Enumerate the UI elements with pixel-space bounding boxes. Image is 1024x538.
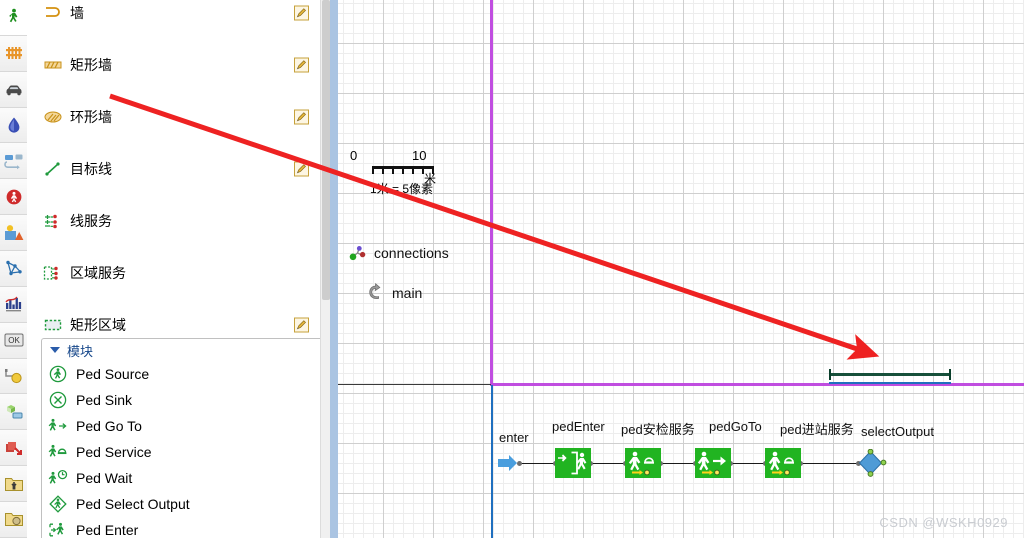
edit-pencil-icon[interactable]: [294, 57, 309, 73]
flow-link-security-goto[interactable]: [660, 463, 694, 464]
flow-label-ped-station: ped进站服务: [780, 422, 854, 437]
canvas-vertical-scrollbar[interactable]: [330, 0, 338, 538]
modules-group-header[interactable]: 模块: [42, 339, 322, 361]
pedestrian-library-icon[interactable]: [0, 0, 27, 36]
canvas-content-layer: 0 10 米 1米 = 5像素 connections main enter p…: [338, 0, 1024, 538]
palette-item-label: 环形墙: [70, 109, 112, 125]
flow-link-enter-pedenter[interactable]: [519, 463, 555, 464]
target-line-icon: [42, 159, 64, 179]
flow-block-ped-station-service[interactable]: [765, 448, 801, 478]
svg-text:OK: OK: [8, 336, 20, 345]
pedestrian-library-palette: 墙 矩形墙 环形墙 目标线 线服务 区域服务 矩形区域 模块 Ped Sourc…: [27, 0, 330, 538]
circular-wall-icon: [42, 107, 64, 127]
modules-group-label: 模块: [67, 343, 94, 359]
palette-modules-group: 模块 Ped Source Ped Sink Ped Go To Ped Ser…: [41, 338, 323, 538]
app-window: OK 墙 矩形墙 环形墙 目标线 线服务 区域服务 矩形区域 模块 Ped So…: [0, 0, 1024, 538]
flow-link-station-select[interactable]: [800, 463, 858, 464]
flow-label-ped-goto: pedGoTo: [709, 419, 762, 434]
palette-item-label: 目标线: [70, 161, 112, 177]
palette-item-label: 线服务: [70, 213, 112, 229]
ped-go-to-icon: [47, 416, 69, 436]
ped-select-output-icon: [47, 494, 69, 514]
module-item-ped-wait[interactable]: Ped Wait: [42, 465, 322, 491]
module-item-label: Ped Service: [76, 444, 152, 460]
flow-link-pedenter-security[interactable]: [590, 463, 624, 464]
palette-scrollbar[interactable]: [320, 0, 330, 538]
module-item-ped-enter[interactable]: Ped Enter: [42, 517, 322, 538]
flow-label-ped-enter: pedEnter: [552, 419, 605, 434]
watermark-text: CSDN @WSKH0929: [879, 515, 1008, 530]
edit-pencil-icon[interactable]: [294, 109, 309, 125]
palette-item-label: 矩形墙: [70, 57, 112, 73]
palette-item-rect-wall[interactable]: 矩形墙: [27, 52, 330, 78]
space-markup-icon[interactable]: [0, 251, 27, 287]
module-item-ped-service[interactable]: Ped Service: [42, 439, 322, 465]
module-item-ped-source[interactable]: Ped Source: [42, 361, 322, 387]
project-folder-icon[interactable]: [0, 502, 27, 538]
rect-area-icon: [42, 315, 64, 335]
presentation-icon[interactable]: [0, 215, 27, 252]
palette-item-label: 矩形区域: [70, 317, 126, 333]
edit-pencil-icon[interactable]: [294, 317, 309, 333]
module-item-ped-select-output[interactable]: Ped Select Output: [42, 491, 322, 517]
flow-block-ped-enter[interactable]: [555, 448, 591, 478]
actions-icon[interactable]: [0, 430, 27, 467]
agent-icon[interactable]: [0, 179, 27, 216]
fluid-library-icon[interactable]: [0, 107, 27, 144]
flow-block-ped-goto[interactable]: [695, 448, 731, 478]
analysis-icon[interactable]: [0, 286, 27, 323]
palette-item-area-service[interactable]: 区域服务: [27, 260, 330, 286]
library-icon-rail: OK: [0, 0, 28, 538]
palette-item-rect-area[interactable]: 矩形区域: [27, 312, 330, 338]
wall-icon: [42, 3, 64, 23]
palette-item-target-line[interactable]: 目标线: [27, 156, 330, 182]
edit-pencil-icon[interactable]: [294, 161, 309, 177]
pedestrian-flowchart: enter pedEnter ped安检服务 pedGoTo ped进站服务 s…: [338, 0, 1024, 538]
line-service-icon: [42, 211, 64, 231]
module-item-label: Ped Enter: [76, 522, 139, 538]
flow-block-ped-security-service[interactable]: [625, 448, 661, 478]
palette-item-label: 墙: [70, 5, 84, 21]
road-traffic-library-icon[interactable]: [0, 71, 27, 108]
flow-link-goto-station[interactable]: [730, 463, 764, 464]
process-modeling-library-icon[interactable]: [0, 143, 27, 180]
controls-icon[interactable]: OK: [0, 322, 27, 359]
graphical-editor-canvas[interactable]: 0 10 米 1米 = 5像素 connections main enter p…: [330, 0, 1024, 538]
ped-enter-icon: [47, 520, 69, 538]
flow-label-ped-security: ped安检服务: [621, 422, 695, 437]
connectivity-icon[interactable]: [0, 358, 27, 395]
module-item-ped-go-to[interactable]: Ped Go To: [42, 413, 322, 439]
module-item-label: Ped Select Output: [76, 496, 190, 512]
module-item-label: Ped Source: [76, 366, 150, 382]
module-item-label: Ped Go To: [76, 418, 142, 434]
palette-item-circular-wall[interactable]: 环形墙: [27, 104, 330, 130]
flow-label-select-output: selectOutput: [861, 424, 934, 439]
ped-wait-icon: [47, 468, 69, 488]
port-enter-out[interactable]: [517, 461, 522, 466]
material-handling-icon[interactable]: [0, 394, 27, 431]
palette-scrollbar-thumb[interactable]: [322, 0, 330, 300]
palette-item-line-service[interactable]: 线服务: [27, 208, 330, 234]
rail-library-icon[interactable]: [0, 35, 27, 72]
rect-wall-icon: [42, 55, 64, 75]
flow-block-select-output[interactable]: [857, 449, 889, 477]
ped-service-icon: [47, 442, 69, 462]
chevron-down-icon[interactable]: [50, 347, 60, 353]
edit-pencil-icon[interactable]: [294, 5, 309, 21]
flow-label-enter: enter: [499, 430, 529, 445]
module-item-ped-sink[interactable]: Ped Sink: [42, 387, 322, 413]
palette-item-label: 区域服务: [70, 265, 126, 281]
ped-sink-icon: [47, 390, 69, 410]
ped-source-icon: [47, 364, 69, 384]
area-service-icon: [42, 263, 64, 283]
module-item-label: Ped Wait: [76, 470, 133, 486]
palette-space-markup-list: 墙 矩形墙 环形墙 目标线 线服务 区域服务 矩形区域: [27, 0, 330, 538]
canvas-scrollbar-thumb[interactable]: [330, 0, 338, 538]
import-folder-icon[interactable]: [0, 466, 27, 503]
palette-item-wall[interactable]: 墙: [27, 0, 330, 26]
module-item-label: Ped Sink: [76, 392, 133, 408]
